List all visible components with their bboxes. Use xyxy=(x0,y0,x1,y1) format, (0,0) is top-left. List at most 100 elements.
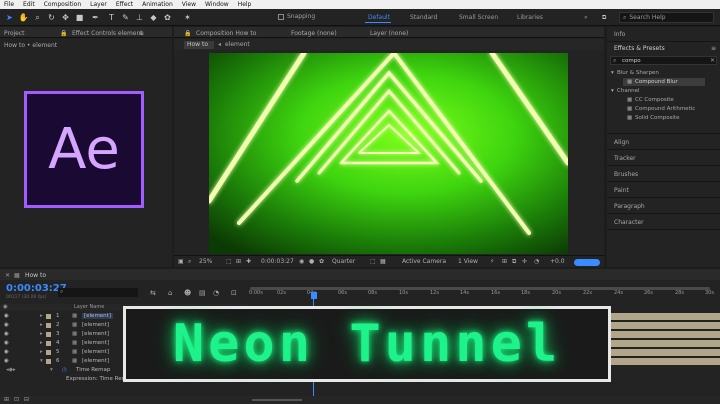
eye-icon[interactable]: ◉ xyxy=(4,313,9,319)
workspace-standard[interactable]: Standard xyxy=(410,14,437,21)
eraser-tool-icon[interactable]: ◆ xyxy=(148,12,159,23)
pen-tool-icon[interactable]: ✒ xyxy=(90,12,101,23)
panel-tracker[interactable]: Tracker xyxy=(614,155,636,162)
panel-menu-icon[interactable]: ≡ xyxy=(711,45,716,52)
in-out-icon[interactable]: ⊟ xyxy=(24,396,29,403)
keyframe-nav-icon[interactable]: ◂◆▸ xyxy=(6,367,16,373)
color-channel-icon[interactable]: ✿ xyxy=(319,258,324,265)
menu-effect[interactable]: Effect xyxy=(116,1,133,8)
viewer-timecode[interactable]: 0:00:03:27 xyxy=(261,258,294,265)
current-time-indicator[interactable] xyxy=(311,292,317,299)
menu-view[interactable]: View xyxy=(182,1,196,8)
tab-project[interactable]: Project xyxy=(4,30,25,37)
region-of-interest-icon[interactable]: ⬚ xyxy=(370,258,376,265)
magnify-icon[interactable]: ⌕ xyxy=(188,258,191,266)
fast-preview-icon[interactable]: ⚡ xyxy=(490,258,494,265)
layer-duration-bar[interactable] xyxy=(610,313,720,320)
layer-switches-icon[interactable]: ⊞ xyxy=(4,396,9,403)
graph-editor-icon[interactable]: ⊡ xyxy=(231,289,237,297)
exposure-value[interactable]: +0.0 xyxy=(550,258,565,265)
snapping-checkbox[interactable] xyxy=(278,13,284,20)
grid-icon[interactable]: ⊞ xyxy=(236,258,241,265)
shape-tool-icon[interactable]: ■ xyxy=(74,12,85,23)
tree-category-blur-sharpen[interactable]: Blur & Sharpen xyxy=(617,70,659,76)
eye-icon[interactable]: ◉ xyxy=(4,358,9,364)
expand-arrow-icon[interactable]: ▸ xyxy=(40,313,43,319)
tree-item-compound-arithmetic[interactable]: Compound Arithmetic xyxy=(635,106,695,112)
stopwatch-icon[interactable]: ◷ xyxy=(62,367,67,373)
comp-flowchart-icon[interactable]: ✢ xyxy=(522,258,527,265)
monitor-icon[interactable]: ▣ xyxy=(178,258,184,265)
menu-composition[interactable]: Composition xyxy=(44,1,81,8)
menu-animation[interactable]: Animation xyxy=(142,1,173,8)
frame-blend-icon[interactable]: ▤ xyxy=(199,289,206,297)
timeline-toggle-icon[interactable]: ⊞ xyxy=(502,258,507,265)
effects-presets-header[interactable]: Effects & Presets xyxy=(614,45,665,52)
label-color-swatch[interactable] xyxy=(46,332,51,337)
info-panel-header[interactable]: Info xyxy=(614,31,625,38)
panel-paint[interactable]: Paint xyxy=(614,187,629,194)
zoom-level-select[interactable]: 25% xyxy=(199,258,212,265)
transparency-grid-icon[interactable]: ▦ xyxy=(380,258,386,265)
zoom-slider[interactable] xyxy=(252,399,302,401)
menu-file[interactable]: File xyxy=(4,1,14,8)
tree-category-channel[interactable]: Channel xyxy=(617,88,640,94)
label-color-swatch[interactable] xyxy=(46,341,51,346)
layer-name[interactable]: [element] xyxy=(82,340,109,346)
workspace-default[interactable]: Default xyxy=(368,14,390,21)
panel-align[interactable]: Align xyxy=(614,139,629,146)
clone-stamp-tool-icon[interactable]: ⊥ xyxy=(134,12,145,23)
lock-icon[interactable]: 🔒 xyxy=(184,30,191,37)
pan-behind-tool-icon[interactable]: ✥ xyxy=(60,12,71,23)
menu-layer[interactable]: Layer xyxy=(90,1,107,8)
label-color-swatch[interactable] xyxy=(46,359,51,364)
menu-edit[interactable]: Edit xyxy=(23,1,35,8)
panel-brushes[interactable]: Brushes xyxy=(614,171,638,178)
layer-name[interactable]: [element] xyxy=(82,349,109,355)
layer-duration-bar[interactable] xyxy=(610,331,720,338)
layer-duration-bar[interactable] xyxy=(610,358,720,365)
timeline-search-field[interactable]: ⌕ xyxy=(58,288,138,297)
snapshot-icon[interactable]: ◉ xyxy=(299,258,304,265)
expand-arrow-icon[interactable]: ▸ xyxy=(40,340,43,346)
eye-icon[interactable]: ◉ xyxy=(4,340,9,346)
composition-viewer[interactable] xyxy=(209,53,568,254)
panel-character[interactable]: Character xyxy=(614,219,644,226)
time-remap-property[interactable]: Time Remap xyxy=(76,367,110,373)
draft-3d-icon[interactable]: ⌂ xyxy=(168,289,172,297)
tree-item-solid-composite[interactable]: Solid Composite xyxy=(635,115,680,121)
motion-blur-icon[interactable]: ◔ xyxy=(213,289,219,297)
panel-menu-icon[interactable]: ≡ xyxy=(139,30,144,37)
timeline-ruler[interactable]: 0:00s 02s 04s 06s 08s 10s 12s 14s 16s 18… xyxy=(247,290,720,299)
comp-mini-flowchart-icon[interactable]: ⇆ xyxy=(150,289,156,297)
work-area-bar[interactable] xyxy=(250,287,710,290)
expand-arrow-icon[interactable]: ▸ xyxy=(40,331,43,337)
tree-expand-icon[interactable]: ▾ xyxy=(611,70,614,76)
label-color-swatch[interactable] xyxy=(46,314,51,319)
camera-select[interactable]: Active Camera xyxy=(402,258,446,265)
subtab-element[interactable]: element xyxy=(225,41,250,48)
tab-footage[interactable]: Footage (none) xyxy=(291,30,337,37)
exposure-reset-icon[interactable]: ◔ xyxy=(534,258,539,265)
text-tool-icon[interactable]: T xyxy=(106,12,117,23)
exposure-slider[interactable] xyxy=(574,259,600,266)
show-channel-icon[interactable]: ● xyxy=(309,258,314,265)
label-color-swatch[interactable] xyxy=(46,350,51,355)
eye-icon[interactable]: ◉ xyxy=(4,322,9,328)
fit-frame-icon[interactable]: ⬚ xyxy=(226,258,232,265)
selection-tool-icon[interactable]: ➤ xyxy=(4,12,15,23)
transfer-controls-icon[interactable]: ⊡ xyxy=(14,396,19,403)
shy-icon[interactable]: ☻ xyxy=(184,289,191,297)
tree-item-compound-blur[interactable]: Compound Blur xyxy=(635,79,678,85)
layer-name[interactable]: [element] xyxy=(82,322,109,328)
views-select[interactable]: 1 View xyxy=(458,258,478,265)
snapping-toggle[interactable]: Snapping xyxy=(278,13,315,20)
brush-tool-icon[interactable]: ✎ xyxy=(120,12,131,23)
label-color-swatch[interactable] xyxy=(46,323,51,328)
layer-duration-bar[interactable] xyxy=(610,322,720,329)
menu-window[interactable]: Window xyxy=(205,1,229,8)
timeline-tab-how-to[interactable]: How to xyxy=(25,272,46,279)
resolution-select[interactable]: Quarter xyxy=(332,258,355,265)
tree-item-cc-composite[interactable]: CC Composite xyxy=(635,97,674,103)
workspace-small-screen[interactable]: Small Screen xyxy=(459,14,498,21)
